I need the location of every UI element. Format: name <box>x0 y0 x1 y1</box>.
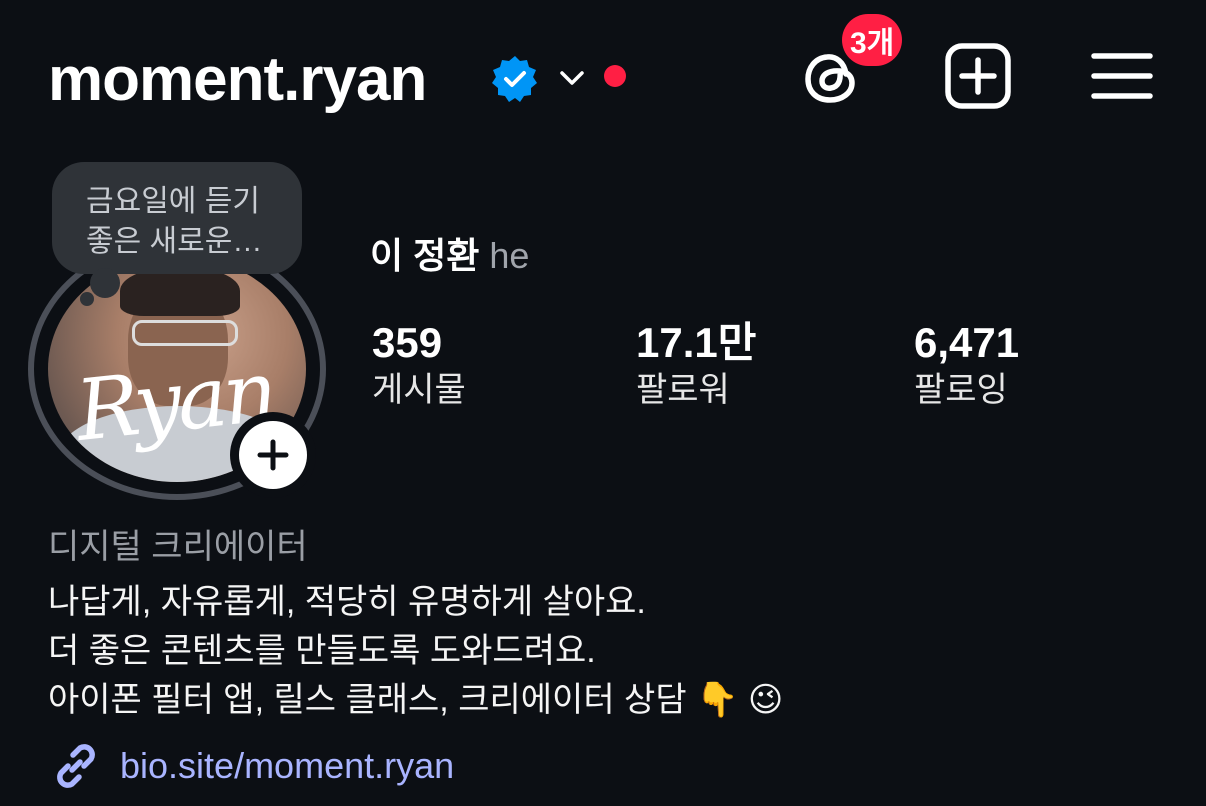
note-bubble[interactable]: 금요일에 듣기 좋은 새로운… <box>52 162 302 274</box>
stat-followers-count: 17.1만 <box>636 319 757 366</box>
profile-name: 이 정환 he <box>370 234 529 278</box>
new-activity-dot <box>604 65 626 87</box>
link-icon <box>57 744 95 788</box>
full-name: 이 정환 <box>370 235 480 276</box>
bio-link-text[interactable]: bio.site/moment.ryan <box>120 745 454 787</box>
stat-following-count: 6,471 <box>914 319 1020 366</box>
pronouns: he <box>489 235 530 276</box>
stat-followers[interactable]: 17.1만 팔로워 <box>636 318 756 412</box>
bio-line: 나답게, 자유롭게, 적당히 유명하게 살아요. <box>48 583 646 621</box>
chevron-down-icon[interactable] <box>556 62 588 94</box>
add-story-button[interactable] <box>230 412 316 498</box>
profile-header: moment.ryan 3개 <box>0 0 1206 150</box>
plus-icon <box>257 439 289 471</box>
stat-followers-label: 팔로워 <box>636 371 730 409</box>
profile-category: 디지털 크리에이터 <box>48 528 308 566</box>
note-tail-small <box>80 292 94 306</box>
hamburger-menu-icon[interactable] <box>1090 48 1154 104</box>
note-line-1: 금요일에 듣기 <box>86 185 260 218</box>
stat-following-label: 팔로잉 <box>914 371 1008 409</box>
username-title[interactable]: moment.ryan <box>48 40 427 120</box>
threads-notification-badge: 3개 <box>842 14 903 66</box>
note-tail <box>90 268 120 298</box>
profile-bio: 나답게, 자유롭게, 적당히 유명하게 살아요. 더 좋은 콘텐츠를 만들도록 … <box>48 578 783 725</box>
bio-line: 더 좋은 콘텐츠를 만들도록 도와드려요. <box>48 632 596 670</box>
plus-square-icon[interactable] <box>944 42 1012 110</box>
stat-posts[interactable]: 359 게시물 <box>372 318 466 412</box>
stat-following[interactable]: 6,471 팔로잉 <box>914 318 1019 412</box>
note-line-2: 좋은 새로운… <box>86 225 263 258</box>
stat-posts-label: 게시물 <box>372 371 466 409</box>
stat-posts-count: 359 <box>372 319 443 366</box>
verified-badge-icon <box>492 56 537 102</box>
bio-link[interactable]: bio.site/moment.ryan <box>48 738 454 794</box>
bio-line: 아이폰 필터 앱, 릴스 클래스, 크리에이터 상담 👇 😉 <box>48 681 784 719</box>
